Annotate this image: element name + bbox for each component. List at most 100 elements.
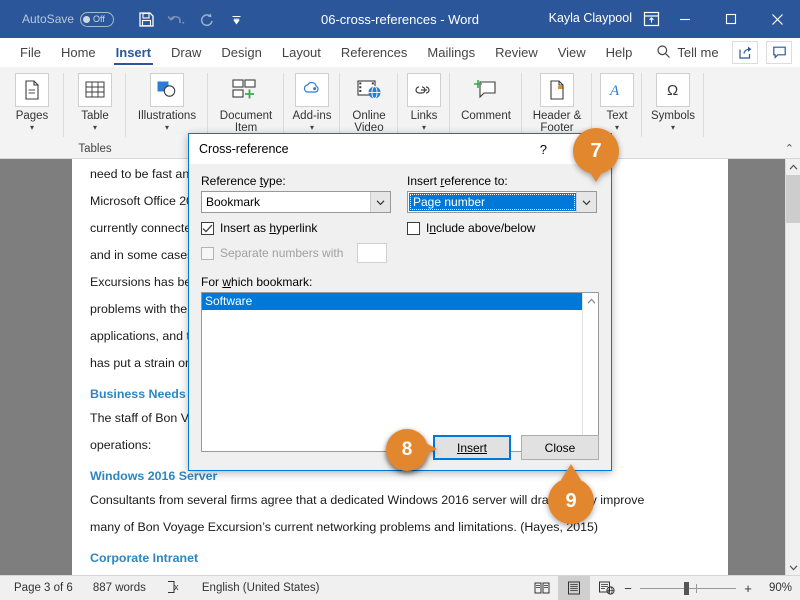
for-which-bookmark-label: For which bookmark: — [201, 275, 313, 289]
include-above-below-row[interactable]: Include above/below — [407, 221, 597, 235]
tab-file[interactable]: File — [10, 38, 51, 67]
undo-icon[interactable] — [162, 5, 190, 33]
document-item-icon — [229, 73, 263, 107]
language-indicator[interactable]: English (United States) — [192, 582, 330, 594]
ribbon-group-symbols: Ω Symbols ▾ — [642, 67, 704, 159]
tab-view[interactable]: View — [548, 38, 596, 67]
zoom-level[interactable]: 90% — [760, 582, 792, 594]
tab-design[interactable]: Design — [211, 38, 271, 67]
status-bar: Page 3 of 6 887 words x English (United … — [0, 575, 800, 600]
save-icon[interactable] — [132, 5, 160, 33]
illustrations-icon — [150, 73, 184, 107]
callout-step-9: 9 — [548, 464, 594, 524]
tell-me-search[interactable]: Tell me — [656, 44, 719, 62]
list-item[interactable]: Software — [202, 293, 582, 310]
tab-references[interactable]: References — [331, 38, 417, 67]
close-button[interactable] — [754, 0, 800, 38]
zoom-slider-thumb[interactable] — [684, 581, 689, 595]
collapse-ribbon-button[interactable]: ⌃ — [785, 142, 794, 155]
close-button[interactable]: Close — [521, 435, 599, 460]
comment-icon — [469, 73, 503, 107]
links-button[interactable]: Links ▾ — [402, 67, 446, 132]
word-count[interactable]: 887 words — [83, 582, 156, 594]
redo-icon[interactable] — [192, 5, 220, 33]
bookmark-listbox[interactable]: Software — [201, 292, 599, 452]
cross-reference-dialog: Cross-reference ? Reference type: Bookma… — [188, 133, 612, 471]
callout-pin-down: 7 — [573, 128, 619, 182]
callout-step-8: 8 — [386, 429, 437, 471]
tab-draw[interactable]: Draw — [161, 38, 211, 67]
section-heading: Corporate Intranet — [90, 551, 199, 565]
autosave-switch[interactable]: Off — [80, 11, 115, 27]
illustrations-button[interactable]: Illustrations ▾ — [130, 67, 204, 132]
online-video-icon — [352, 73, 386, 107]
callout-step-7: 7 — [573, 128, 619, 182]
ribbon-display-options-icon[interactable] — [638, 8, 664, 30]
document-item-button[interactable]: Document Item — [212, 67, 280, 134]
autosave-toggle[interactable]: AutoSave Off — [22, 11, 115, 27]
text-button[interactable]: A Text ▾ — [596, 67, 638, 132]
print-layout-icon[interactable] — [558, 576, 590, 600]
scrollbar-thumb[interactable] — [786, 175, 800, 223]
read-mode-icon[interactable] — [526, 576, 558, 600]
list-scroll-up-button[interactable] — [583, 293, 599, 309]
tab-home[interactable]: Home — [51, 38, 106, 67]
tab-help[interactable]: Help — [596, 38, 643, 67]
maximize-button[interactable] — [708, 0, 754, 38]
tab-insert[interactable]: Insert — [106, 38, 161, 67]
tab-review[interactable]: Review — [485, 38, 548, 67]
include-above-below-checkbox[interactable] — [407, 221, 420, 235]
symbols-button[interactable]: Ω Symbols ▾ — [646, 67, 700, 132]
tables-group-label: Tables — [78, 143, 112, 155]
insert-reference-to-column: Insert reference to: Page number Include… — [407, 174, 597, 263]
svg-text:Ω: Ω — [667, 82, 678, 99]
text-label: Text — [606, 110, 628, 122]
web-layout-icon[interactable] — [590, 576, 622, 600]
tab-layout[interactable]: Layout — [272, 38, 331, 67]
separate-numbers-label: Separate numbers with — [220, 246, 344, 260]
insert-button[interactable]: Insert — [433, 435, 511, 460]
chevron-down-icon[interactable]: ▾ — [310, 123, 314, 132]
zoom-out-button[interactable]: − — [622, 581, 634, 596]
chevron-down-icon[interactable]: ▾ — [93, 123, 97, 132]
account-name[interactable]: Kayla Claypool — [549, 11, 632, 25]
title-bar: AutoSave Off 06-cross-references - Word … — [0, 0, 800, 38]
online-video-button[interactable]: Online Video — [344, 67, 394, 134]
chevron-down-icon[interactable]: ▾ — [30, 123, 34, 132]
text-icon: A — [600, 73, 634, 107]
spelling-check-icon[interactable]: x — [156, 580, 192, 597]
view-mode-buttons — [526, 576, 622, 600]
chevron-down-icon[interactable]: ▾ — [671, 123, 675, 132]
autosave-label: AutoSave — [22, 12, 75, 26]
minimize-button[interactable] — [662, 0, 708, 38]
tab-mailings[interactable]: Mailings — [417, 38, 485, 67]
callout-tail — [561, 464, 581, 480]
chevron-down-icon[interactable]: ▾ — [165, 123, 169, 132]
zoom-slider[interactable] — [640, 581, 736, 595]
body-line: Consultants from several firms agree tha… — [90, 493, 645, 507]
table-button[interactable]: Table ▾ — [68, 67, 122, 132]
page-indicator[interactable]: Page 3 of 6 — [4, 582, 83, 594]
share-icon[interactable] — [732, 41, 758, 64]
listbox-scrollbar[interactable] — [582, 293, 598, 451]
customize-qat-icon[interactable] — [222, 5, 250, 33]
insert-reference-to-dropdown[interactable]: Page number — [407, 191, 597, 213]
chevron-down-icon[interactable] — [370, 192, 390, 212]
callout-tail — [420, 440, 437, 458]
pages-button[interactable]: Pages ▾ — [4, 67, 60, 132]
zoom-in-button[interactable]: + — [742, 581, 754, 596]
add-ins-button[interactable]: Add-ins ▾ — [288, 67, 336, 132]
reference-type-label: Reference type: — [201, 174, 286, 188]
scroll-up-button[interactable] — [786, 159, 800, 175]
reference-type-dropdown[interactable]: Bookmark — [201, 191, 391, 213]
insert-as-hyperlink-checkbox[interactable] — [201, 221, 214, 235]
chevron-down-icon[interactable] — [576, 192, 596, 212]
chevron-down-icon[interactable]: ▾ — [422, 123, 426, 132]
links-icon — [407, 73, 441, 107]
insert-as-hyperlink-row[interactable]: Insert as hyperlink — [201, 221, 391, 235]
vertical-scrollbar[interactable] — [785, 159, 800, 575]
scroll-down-button[interactable] — [786, 559, 800, 575]
table-icon — [78, 73, 112, 107]
comments-icon[interactable] — [766, 41, 792, 64]
comment-button[interactable]: Comment — [454, 67, 518, 122]
